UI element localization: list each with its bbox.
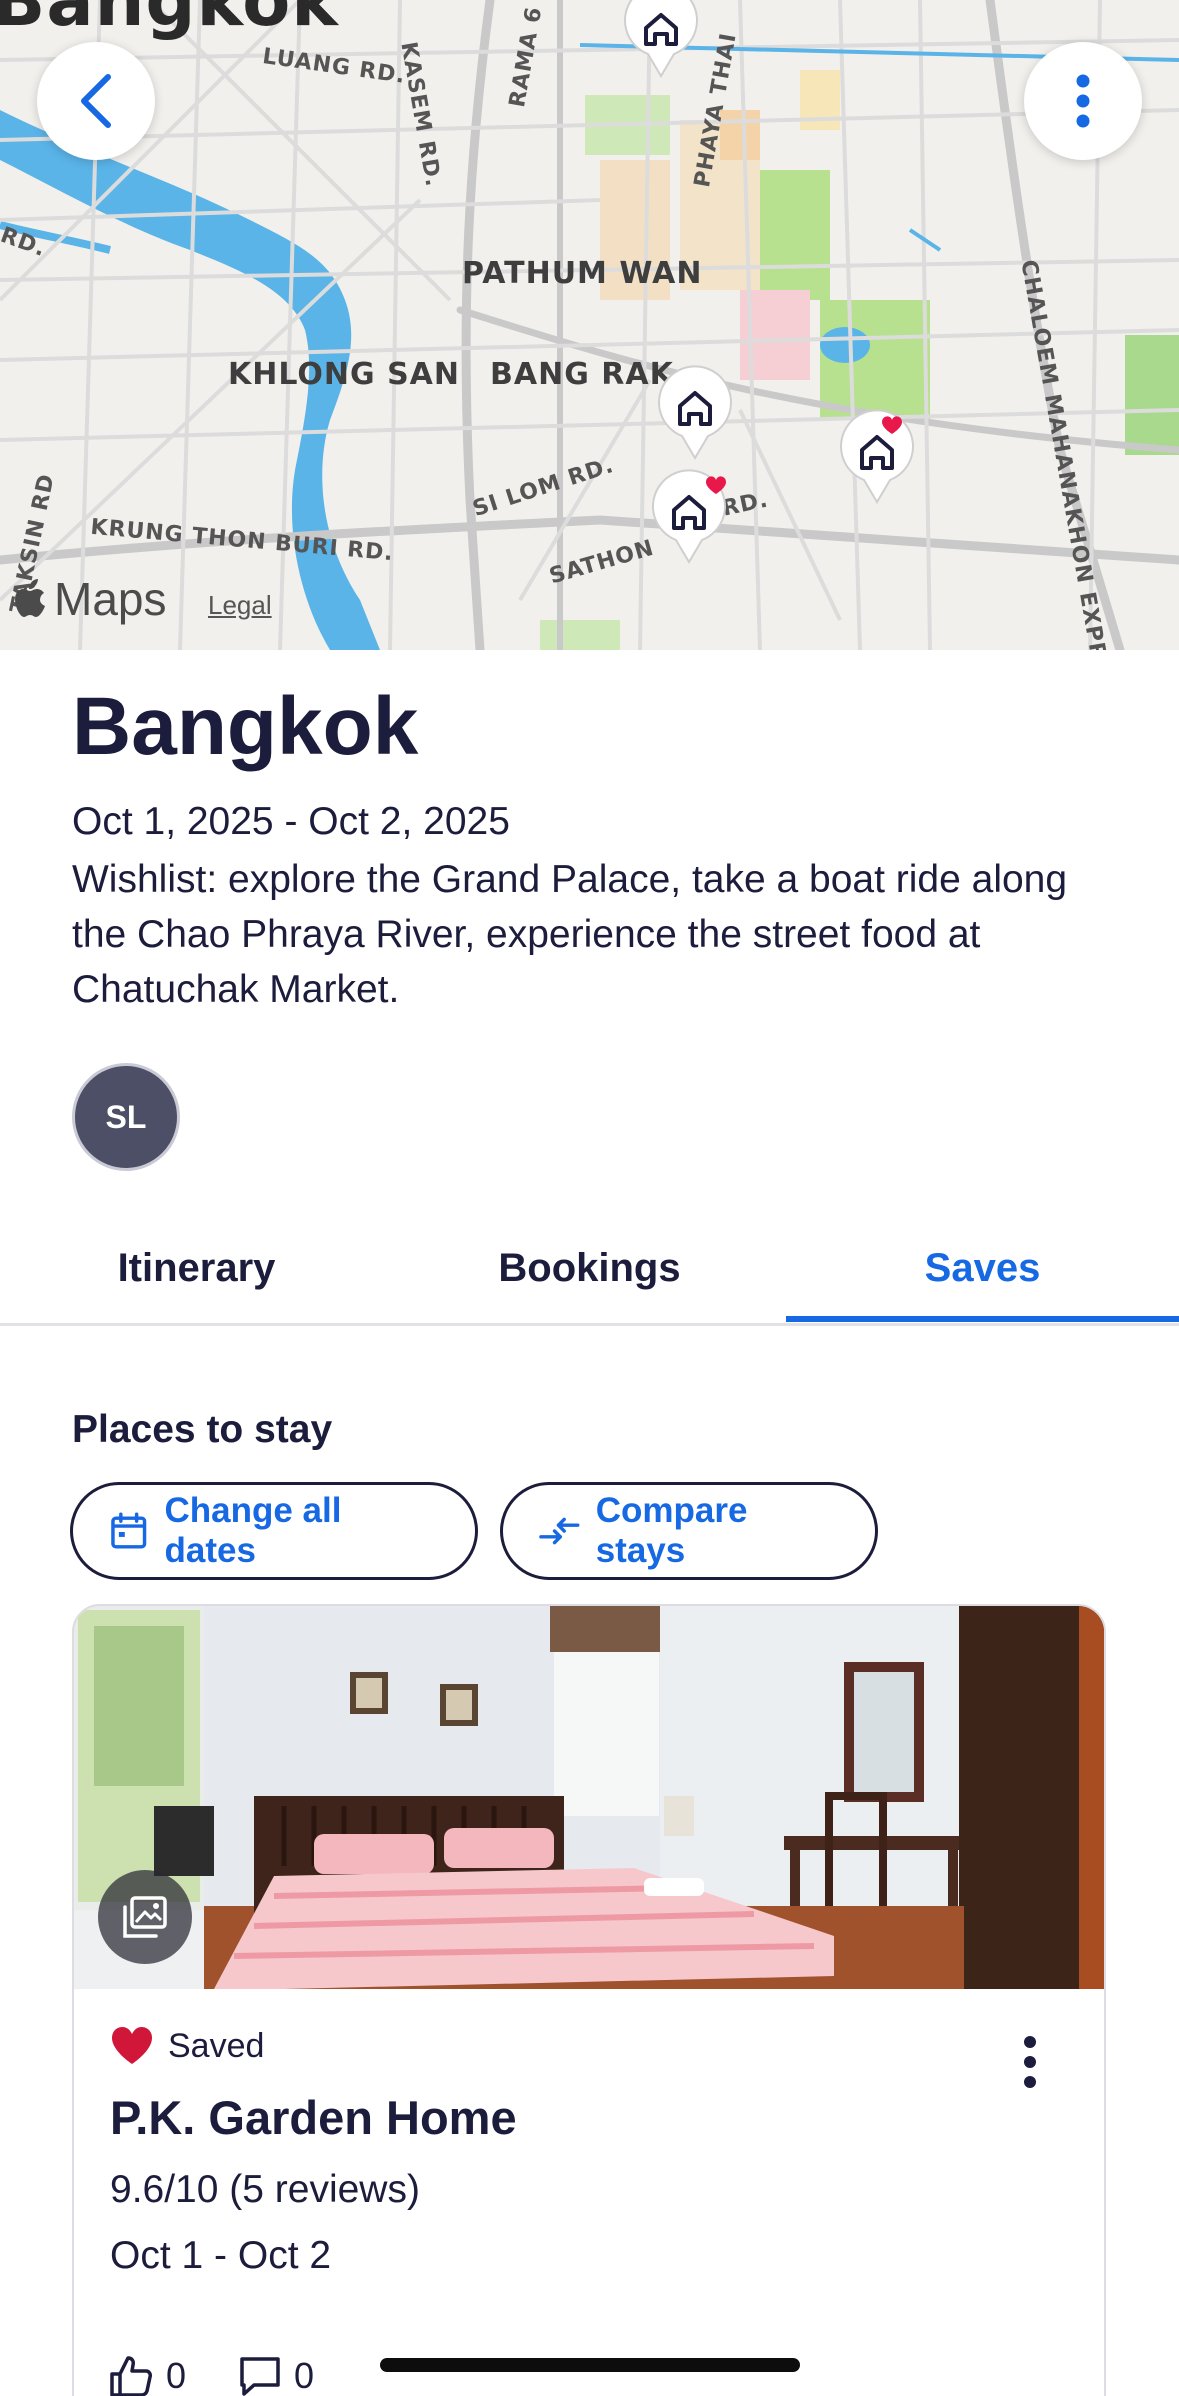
reactions-row: 0 0 [108, 2354, 366, 2396]
compare-arrows-icon [539, 1517, 580, 1545]
change-all-dates-button[interactable]: Change all dates [70, 1482, 478, 1580]
more-options-button[interactable] [1024, 42, 1142, 160]
section-title: Places to stay [72, 1408, 333, 1451]
tab-itinerary[interactable]: Itinerary [0, 1210, 393, 1326]
change-all-dates-label: Change all dates [164, 1491, 342, 1570]
home-pin-icon [624, 0, 698, 78]
trip-title: Bangkok [72, 681, 419, 772]
home-pin-icon [652, 469, 726, 564]
home-pin-icon [658, 365, 732, 460]
stay-name[interactable]: P.K. Garden Home [110, 2090, 517, 2145]
stay-photo[interactable] [74, 1606, 1104, 1989]
tab-saves[interactable]: Saves [786, 1210, 1179, 1326]
more-vertical-icon [1024, 2036, 1036, 2088]
like-count: 0 [166, 2355, 187, 2396]
chevron-left-icon [81, 74, 111, 128]
card-more-button[interactable] [1010, 2032, 1050, 2092]
heart-icon [112, 2027, 152, 2064]
compare-stays-button[interactable]: Compare stays [500, 1482, 878, 1580]
home-indicator[interactable] [380, 2358, 800, 2372]
saved-indicator[interactable]: Saved [110, 2026, 264, 2066]
maps-legal-link[interactable]: Legal [208, 590, 272, 621]
tab-bookings[interactable]: Bookings [393, 1210, 786, 1326]
map-pin-saved[interactable] [620, 0, 702, 80]
active-tab-indicator [786, 1316, 1179, 1322]
stay-dates: Oct 1 - Oct 2 [110, 2234, 332, 2277]
thumbs-up-icon[interactable] [108, 2354, 154, 2396]
calendar-icon [111, 1512, 147, 1549]
home-pin-icon [840, 409, 914, 504]
avatar[interactable]: SL [72, 1063, 180, 1171]
photo-gallery-button[interactable] [98, 1870, 192, 1964]
maps-attribution: Maps [14, 572, 166, 626]
stay-card[interactable]: Saved P.K. Garden Home 9.6/10 (5 reviews… [72, 1604, 1106, 2396]
comment-count: 0 [294, 2355, 315, 2396]
map-view[interactable]: Bangkok LUANG RD. KASEM RD. RAMA 6 PHAYA… [0, 0, 1179, 650]
stay-rating: 9.6/10 (5 reviews) [110, 2168, 420, 2211]
map-pin-saved[interactable] [836, 406, 918, 506]
trip-dates: Oct 1, 2025 - Oct 2, 2025 [72, 800, 510, 843]
gallery-icon [123, 1896, 167, 1938]
map-district-label: BANG RAK [490, 357, 674, 392]
bedroom-photo [74, 1606, 1104, 1989]
map-district-label: PATHUM WAN [462, 256, 703, 291]
map-district-label: KHLONG SAN [228, 357, 461, 392]
back-button[interactable] [37, 42, 155, 160]
compare-stays-label: Compare stays [595, 1491, 748, 1570]
more-vertical-icon [1076, 74, 1090, 128]
maps-brand-text: Maps [54, 573, 167, 625]
saved-label: Saved [168, 2026, 265, 2065]
map-pin[interactable] [654, 362, 736, 462]
tab-bar: Itinerary Bookings Saves [0, 1210, 1179, 1326]
map-city-label: Bangkok [0, 0, 339, 42]
map-pin-saved[interactable] [648, 466, 730, 566]
trip-description: Wishlist: explore the Grand Palace, take… [72, 858, 1068, 1011]
apple-logo-icon [15, 579, 45, 617]
comment-icon[interactable] [238, 2355, 282, 2396]
